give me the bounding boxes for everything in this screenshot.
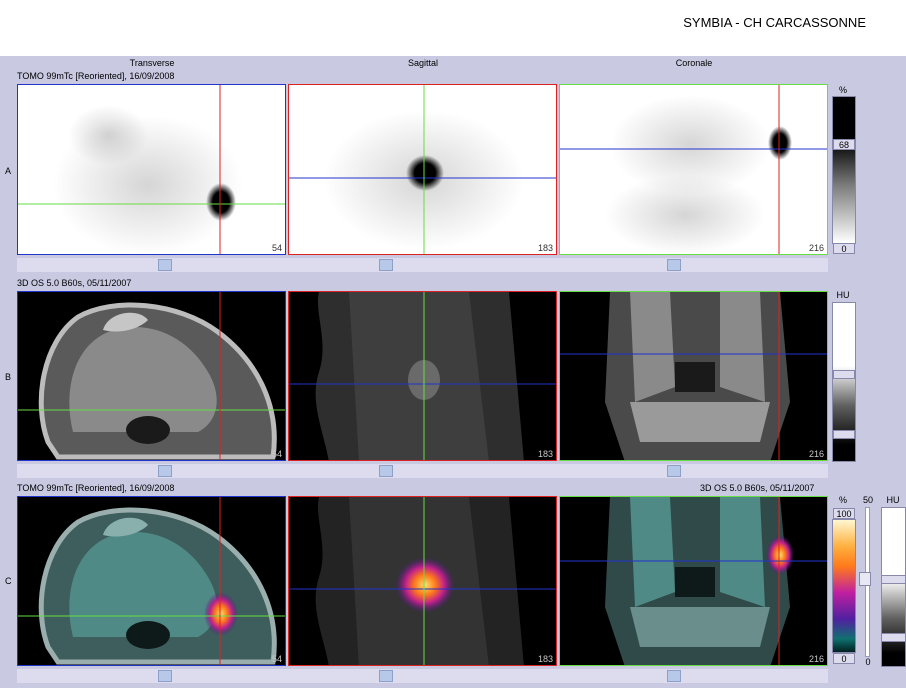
row-c-series-info-right: 3D OS 5.0 B60s, 05/11/2007 <box>700 483 815 493</box>
slice-number-c-transverse: 54 <box>271 654 282 664</box>
row-label-c: C <box>5 576 12 586</box>
viewport-b-transverse[interactable]: 54 <box>17 291 286 461</box>
blend-slider-thumb[interactable] <box>859 572 871 586</box>
scroll-thumb-b-coronal[interactable] <box>667 465 681 477</box>
scroll-thumb-b-sagittal[interactable] <box>379 465 393 477</box>
ct-transverse-image <box>18 292 285 460</box>
slice-number-a-sagittal: 183 <box>537 243 553 253</box>
row-a-slice-scrollbar[interactable] <box>17 258 828 272</box>
colorbar-c-ct-unit: HU <box>886 495 900 505</box>
slice-number-c-sagittal: 183 <box>537 654 553 664</box>
scroll-thumb-a-coronal[interactable] <box>667 259 681 271</box>
colorbar-b-upper-handle[interactable] <box>833 370 855 379</box>
colorbar-a-unit: % <box>838 85 847 95</box>
scroll-thumb-a-sagittal[interactable] <box>379 259 393 271</box>
spect-transverse-image <box>18 85 285 254</box>
row-b-slice-scrollbar[interactable] <box>17 464 828 478</box>
spect-sagittal-image <box>289 85 556 254</box>
colorbar-c-ct-lower-handle[interactable] <box>881 633 906 642</box>
slice-number-b-sagittal: 183 <box>537 449 553 459</box>
row-label-b: B <box>5 372 12 382</box>
viewport-c-coronal[interactable]: 216 <box>559 496 828 666</box>
blend-slider-min-label: 0 <box>865 657 871 667</box>
row-a-series-info: TOMO 99mTc [Reoriented], 16/09/2008 <box>17 71 175 81</box>
scroll-thumb-c-coronal[interactable] <box>667 670 681 682</box>
slice-number-a-transverse: 54 <box>271 243 282 253</box>
colorbar-a-grayscale[interactable] <box>832 96 856 244</box>
ct-coronal-image <box>560 292 827 460</box>
colorbar-a-min-value[interactable]: 0 <box>833 243 855 254</box>
fused-transverse-image <box>18 497 285 665</box>
institution-title: SYMBIA - CH CARCASSONNE <box>683 15 866 30</box>
fused-coronal-image <box>560 497 827 665</box>
viewport-a-transverse[interactable]: 54 <box>17 84 286 255</box>
colorbar-c-min-value[interactable]: 0 <box>833 653 855 664</box>
view-label-coronal: Coronale <box>675 58 713 68</box>
view-label-sagittal: Sagittal <box>407 58 439 68</box>
colorbar-c-ct-upper-handle[interactable] <box>881 575 906 584</box>
fused-sagittal-image <box>289 497 556 665</box>
slice-number-b-coronal: 216 <box>808 449 824 459</box>
colorbar-c-unit: % <box>838 495 847 505</box>
viewport-a-sagittal[interactable]: 183 <box>288 84 557 255</box>
scroll-thumb-b-transverse[interactable] <box>158 465 172 477</box>
blend-slider-max-label: 50 <box>862 495 873 505</box>
row-label-a: A <box>5 166 12 176</box>
viewport-a-coronal[interactable]: 216 <box>559 84 828 255</box>
scroll-thumb-c-sagittal[interactable] <box>379 670 393 682</box>
colorbar-a-window-value[interactable]: 68 <box>833 139 855 150</box>
viewport-b-sagittal[interactable]: 183 <box>288 291 557 461</box>
row-b-series-info: 3D OS 5.0 B60s, 05/11/2007 <box>17 278 132 288</box>
colorbar-b-lower-handle[interactable] <box>833 430 855 439</box>
colorbar-c-hotmetal[interactable] <box>832 519 856 653</box>
slice-number-a-coronal: 216 <box>808 243 824 253</box>
scroll-thumb-a-transverse[interactable] <box>158 259 172 271</box>
row-c-slice-scrollbar[interactable] <box>17 669 828 683</box>
colorbar-b-unit: HU <box>836 290 850 300</box>
viewport-c-transverse[interactable]: 54 <box>17 496 286 666</box>
view-label-transverse: Transverse <box>129 58 175 68</box>
row-c-series-info-left: TOMO 99mTc [Reoriented], 16/09/2008 <box>17 483 175 493</box>
viewport-c-sagittal[interactable]: 183 <box>288 496 557 666</box>
scroll-thumb-c-transverse[interactable] <box>158 670 172 682</box>
ct-sagittal-image <box>289 292 556 460</box>
viewport-b-coronal[interactable]: 216 <box>559 291 828 461</box>
slice-number-b-transverse: 54 <box>271 449 282 459</box>
slice-number-c-coronal: 216 <box>808 654 824 664</box>
spect-coronal-image <box>560 85 827 254</box>
colorbar-c-max-value[interactable]: 100 <box>833 508 855 519</box>
colorbar-c-ct-grayscale[interactable] <box>881 507 906 667</box>
